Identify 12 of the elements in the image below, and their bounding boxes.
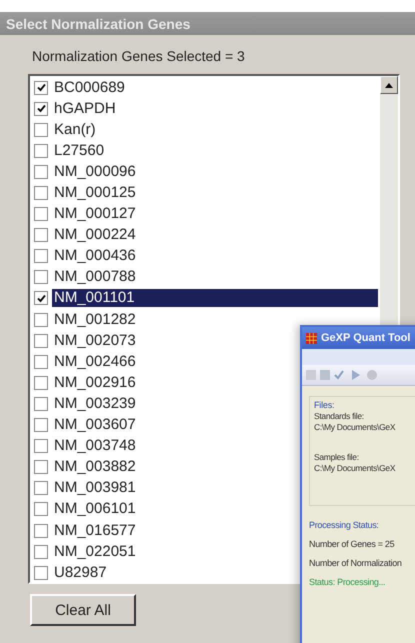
selected-count-label: Normalization Genes Selected = 3 [31, 47, 246, 66]
genes-count: Number of Genes = 25 [309, 539, 396, 549]
file-path: C:\My Documents\GeX [314, 463, 396, 473]
window-title: GeXP Quant Tool [302, 327, 415, 349]
status-text: Status: Processing... [309, 577, 386, 587]
normalization-count: Number of Normalization [309, 558, 403, 568]
group-heading: Files: [314, 400, 336, 410]
group-heading: Processing Status: [309, 520, 380, 530]
file-path: C:\My Documents\GeX [314, 422, 396, 432]
field-label: Samples file: [314, 452, 360, 462]
field-label: Standards file: [314, 411, 365, 421]
window-title: Select Normalization Genes [0, 12, 415, 35]
